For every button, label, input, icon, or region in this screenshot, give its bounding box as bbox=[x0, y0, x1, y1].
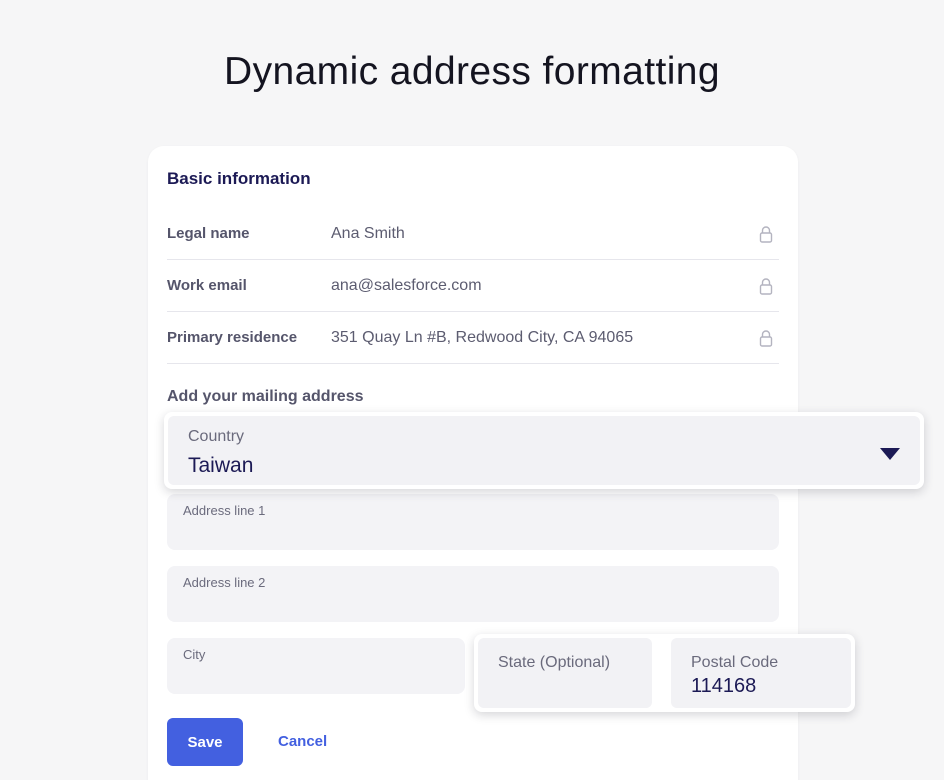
lock-icon bbox=[759, 278, 773, 295]
field-value: Taiwan bbox=[188, 454, 254, 477]
info-label: Work email bbox=[167, 277, 247, 294]
field-label: Address line 2 bbox=[183, 575, 266, 590]
info-value: 351 Quay Ln #B, Redwood City, CA 94065 bbox=[331, 329, 634, 346]
city-field[interactable]: City bbox=[167, 638, 465, 694]
info-value: Ana Smith bbox=[331, 225, 405, 242]
field-label: State (Optional) bbox=[498, 654, 611, 671]
info-row-legal-name: Legal name Ana Smith bbox=[167, 208, 779, 260]
field-label: Address line 1 bbox=[183, 503, 266, 518]
field-label: City bbox=[183, 647, 206, 662]
state-field[interactable]: State (Optional) bbox=[478, 638, 652, 708]
info-value: ana@salesforce.com bbox=[331, 277, 482, 294]
postal-code-field[interactable]: Postal Code 114168 bbox=[671, 638, 851, 708]
section-title: Basic information bbox=[167, 169, 311, 188]
page-title: Dynamic address formatting bbox=[224, 50, 720, 93]
info-label: Legal name bbox=[167, 225, 250, 242]
country-select-inner: Country Taiwan bbox=[168, 416, 920, 485]
info-row-work-email: Work email ana@salesforce.com bbox=[167, 260, 779, 312]
lock-icon bbox=[759, 330, 773, 347]
info-label: Primary residence bbox=[167, 329, 298, 346]
address-line-2-field[interactable]: Address line 2 bbox=[167, 566, 779, 622]
field-label: Postal Code bbox=[691, 654, 779, 671]
lock-icon bbox=[759, 226, 773, 243]
save-button[interactable]: Save bbox=[167, 718, 243, 766]
country-select[interactable]: Country Taiwan bbox=[164, 412, 924, 489]
address-line-1-field[interactable]: Address line 1 bbox=[167, 494, 779, 550]
caret-down-icon[interactable] bbox=[880, 448, 900, 460]
mailing-address-heading: Add your mailing address bbox=[167, 388, 364, 405]
field-label: Country bbox=[188, 428, 245, 445]
cancel-button[interactable]: Cancel bbox=[278, 718, 327, 766]
region-fields-group: State (Optional) Postal Code 114168 bbox=[474, 634, 855, 712]
field-value: 114168 bbox=[691, 675, 757, 697]
info-row-primary-residence: Primary residence 351 Quay Ln #B, Redwoo… bbox=[167, 312, 779, 364]
